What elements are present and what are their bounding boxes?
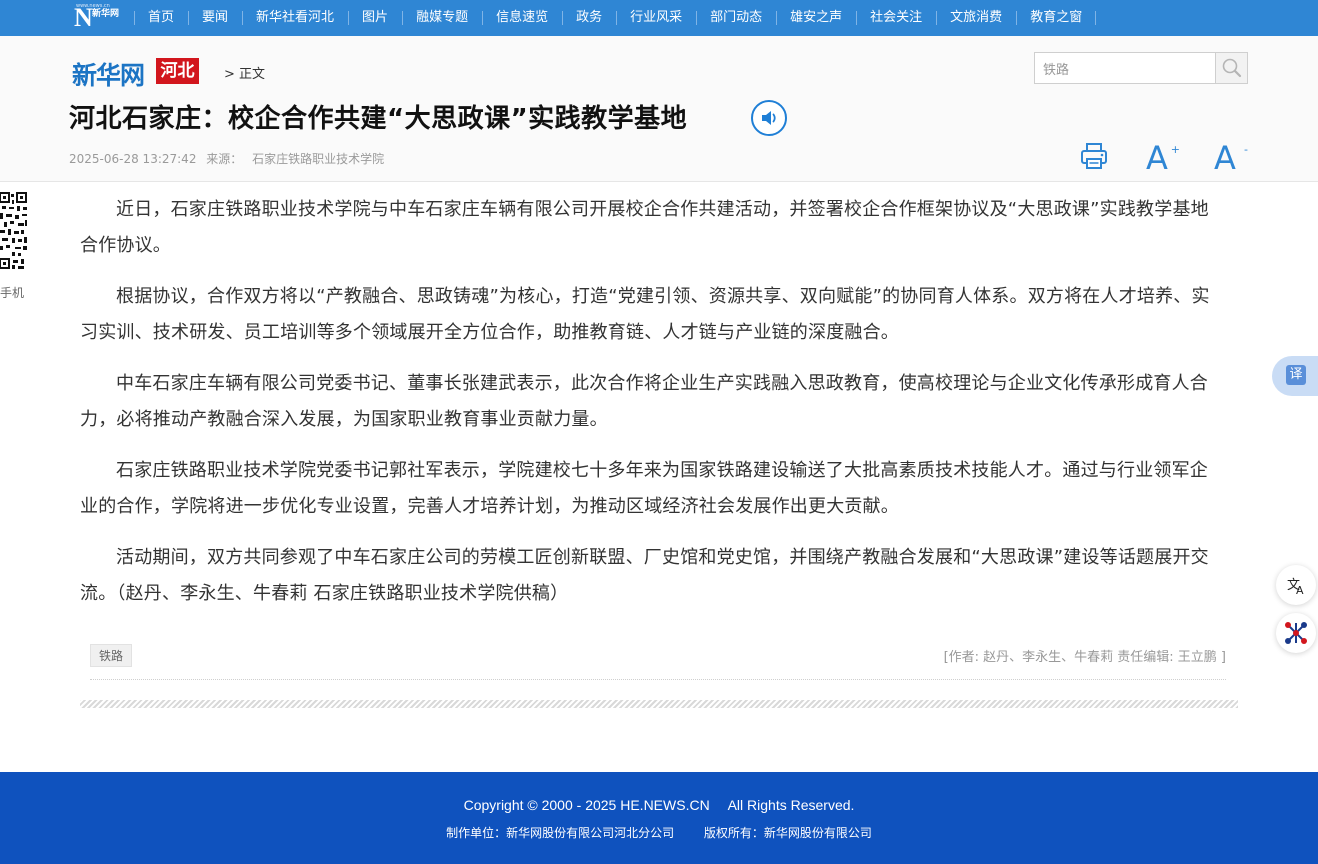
nav-item-photos[interactable]: 图片	[348, 0, 402, 36]
article-header: 新华网 河北 > 正文 河北石家庄：校企合作共建“大思政课”实践教学基地 202…	[0, 36, 1318, 182]
font-increase-letter: A	[1146, 139, 1168, 177]
nav-item-xiongan[interactable]: 雄安之声	[776, 0, 856, 36]
breadcrumb: > 正文	[224, 67, 266, 82]
nav-item-home[interactable]: 首页	[134, 0, 188, 36]
hatched-divider	[80, 700, 1238, 708]
nav-item-departments[interactable]: 部门动态	[696, 0, 776, 36]
search-icon	[1222, 58, 1242, 78]
mobile-qr-label: 手机	[0, 286, 25, 300]
site-footer: Copyright © 2000 - 2025 HE.NEWS.CN All R…	[0, 772, 1318, 864]
nav-item-xinhua-hebei[interactable]: 新华社看河北	[242, 0, 348, 36]
search-button[interactable]	[1215, 53, 1247, 83]
translate-tab[interactable]: 译	[1272, 356, 1318, 396]
publish-time: 2025-06-28 13:27:42	[69, 152, 197, 166]
printer-icon	[1081, 143, 1107, 169]
speaker-icon	[762, 111, 776, 125]
copyright-text: Copyright © 2000 - 2025 HE.NEWS.CN	[463, 797, 710, 813]
nav-item-headlines[interactable]: 要闻	[188, 0, 242, 36]
search-input[interactable]	[1035, 53, 1215, 83]
xinhua-logo[interactable]: www.news.cn N 新华网	[74, 3, 126, 33]
translate-language-icon: 文 A	[1287, 578, 1304, 597]
owner-text: 版权所有：新华网股份有限公司	[703, 826, 872, 840]
font-decrease-button[interactable]: A-	[1214, 139, 1248, 177]
producer-text: 制作单位：新华网股份有限公司河北分公司	[446, 826, 675, 840]
nav-item-government[interactable]: 政务	[562, 0, 616, 36]
svg-text:A: A	[1296, 584, 1304, 597]
article-meta: 2025-06-28 13:27:42 来源： 石家庄铁路职业技术学院	[69, 150, 390, 167]
copyright-line: Copyright © 2000 - 2025 HE.NEWS.CN All R…	[0, 797, 1318, 813]
article-paragraph: 近日，石家庄铁路职业技术学院与中车石家庄车辆有限公司开展校企合作共建活动，并签署…	[80, 199, 1209, 256]
translate-icon: 译	[1286, 365, 1306, 385]
article-paragraph: 石家庄铁路职业技术学院党委书记郭社军表示，学院建校七十多年来为国家铁路建设输送了…	[80, 460, 1208, 517]
nav-item-info-brief[interactable]: 信息速览	[482, 0, 562, 36]
article-paragraph: 活动期间，双方共同参观了中车石家庄公司的劳模工匠创新联盟、厂史馆和党史馆，并围绕…	[80, 547, 1209, 604]
logo-sub: 新华网	[92, 9, 120, 19]
logo-letter: N	[74, 3, 93, 32]
nav-item-culture-tourism[interactable]: 文旅消费	[936, 0, 1016, 36]
network-icon	[1285, 622, 1307, 644]
minus-icon: -	[1244, 143, 1248, 156]
brand-region: 河北	[156, 58, 199, 84]
article-title: 河北石家庄：校企合作共建“大思政课”实践教学基地	[69, 104, 688, 134]
article-paragraph: 根据协议，合作双方将以“产教融合、思政铸魂”为核心，打造“党建引领、资源共享、双…	[80, 286, 1210, 343]
plus-icon: +	[1170, 143, 1180, 156]
nav-item-media-topics[interactable]: 融媒专题	[402, 0, 482, 36]
network-share-button[interactable]	[1276, 613, 1316, 653]
language-switch-button[interactable]: 文 A	[1276, 565, 1316, 605]
top-nav: www.news.cn N 新华网 首页 要闻 新华社看河北 图片 融媒专题 信…	[0, 0, 1318, 36]
rights-text: All Rights Reserved.	[727, 797, 855, 813]
font-increase-button[interactable]: A +	[1146, 139, 1180, 177]
read-aloud-button[interactable]	[751, 100, 787, 136]
search-box	[1034, 52, 1248, 84]
print-button[interactable]	[1078, 140, 1110, 172]
article-paragraph: 中车石家庄车辆有限公司党委书记、董事长张建武表示，此次合作将企业生产实践融入思政…	[80, 373, 1208, 430]
nav-item-education[interactable]: 教育之窗	[1016, 0, 1097, 36]
source-name: 石家庄铁路职业技术学院	[252, 152, 385, 166]
keyword-tag[interactable]: 铁路	[90, 644, 133, 667]
author-editor-credits: [作者: 赵丹、李永生、牛春莉 责任编辑: 王立鹏 ]	[943, 650, 1226, 665]
font-decrease-letter: A	[1214, 139, 1236, 177]
qr-code-icon[interactable]	[0, 192, 28, 270]
article-footer-row: 铁路 [作者: 赵丹、李永生、牛春莉 责任编辑: 王立鹏 ]	[90, 644, 1226, 680]
nav-item-society[interactable]: 社会关注	[856, 0, 936, 36]
article-body: 近日，石家庄铁路职业技术学院与中车石家庄车辆有限公司开展校企合作共建活动，并签署…	[80, 192, 1222, 627]
brand-name: 新华网	[72, 63, 145, 90]
nav-menu: 首页 要闻 新华社看河北 图片 融媒专题 信息速览 政务 行业风采 部门动态 雄…	[134, 0, 1097, 36]
producer-line: 制作单位：新华网股份有限公司河北分公司 版权所有：新华网股份有限公司	[0, 824, 1318, 841]
source-label: 来源：	[206, 152, 243, 166]
nav-item-industry[interactable]: 行业风采	[616, 0, 696, 36]
